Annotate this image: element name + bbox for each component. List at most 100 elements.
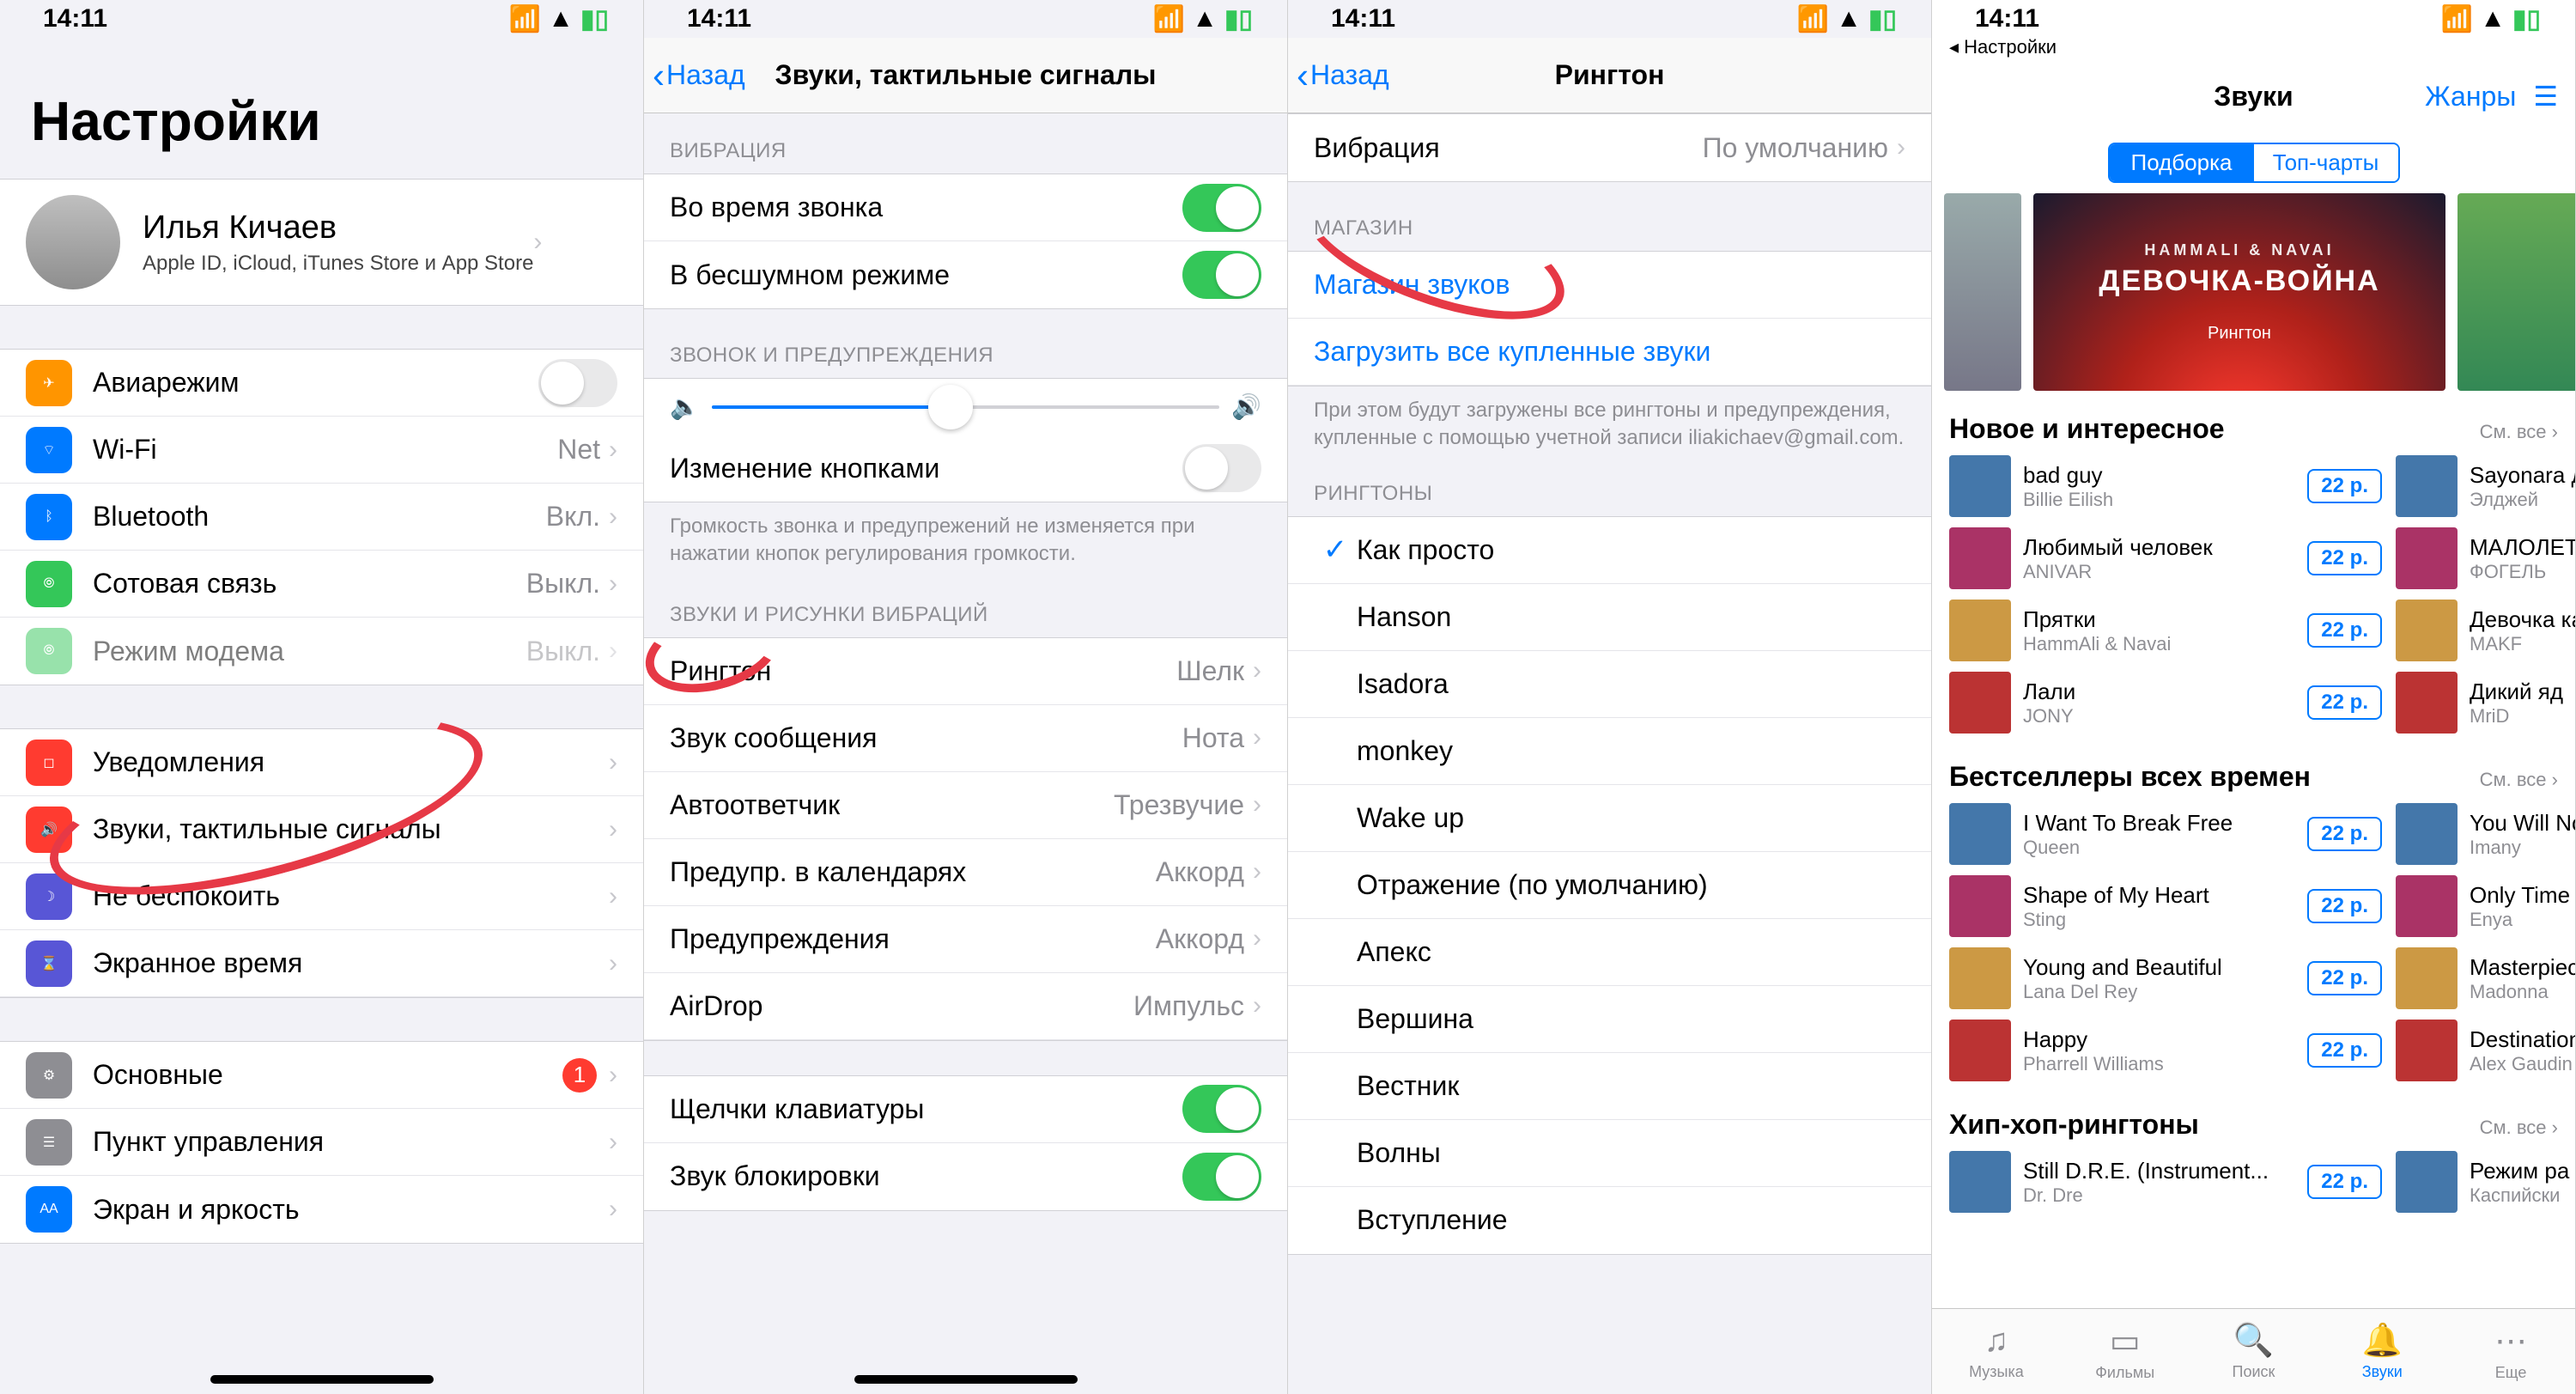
- seg-featured[interactable]: Подборка: [2110, 144, 2254, 181]
- tab-movies[interactable]: ▭Фильмы: [2061, 1309, 2190, 1394]
- track-title: Only Time: [2470, 882, 2576, 909]
- ringtone-option[interactable]: Hanson: [1288, 584, 1931, 651]
- ringtone-option[interactable]: monkey: [1288, 718, 1931, 785]
- track-row[interactable]: Young and BeautifulLana Del Rey22 р.: [1949, 942, 2396, 1014]
- row-lock-sound[interactable]: Звук блокировки: [644, 1143, 1287, 1210]
- price-button[interactable]: 22 р.: [2307, 961, 2382, 995]
- row-text-tone[interactable]: Звук сообщения Нота ›: [644, 705, 1287, 772]
- lock-sound-toggle[interactable]: [1182, 1153, 1261, 1201]
- label: Звуки, тактильные сигналы: [93, 813, 609, 845]
- see-all-link[interactable]: См. все ›: [2480, 1117, 2558, 1139]
- ringtone-option[interactable]: Отражение (по умолчанию): [1288, 852, 1931, 919]
- segmented-control[interactable]: Подборка Топ-чарты: [2108, 143, 2400, 183]
- row-dnd[interactable]: ☽ Не беспокоить ›: [0, 863, 643, 930]
- price-button[interactable]: 22 р.: [2307, 1033, 2382, 1068]
- track-artist: Imany: [2470, 837, 2576, 859]
- back-to-app[interactable]: ◂ Настройки: [1932, 36, 2575, 58]
- row-vibrate-on-ring[interactable]: Во время звонка: [644, 174, 1287, 241]
- hero-main[interactable]: HAMMALI & NAVAI ДЕВОЧКА-ВОЙНА Рингтон: [2033, 193, 2445, 391]
- change-buttons-toggle[interactable]: [1182, 444, 1261, 492]
- ringtone-option[interactable]: Isadora: [1288, 651, 1931, 718]
- row-calendar-alerts[interactable]: Предупр. в календарях Аккорд ›: [644, 839, 1287, 906]
- row-notifications[interactable]: ◻ Уведомления ›: [0, 729, 643, 796]
- row-ringtone[interactable]: Рингтон Шелк ›: [644, 638, 1287, 705]
- price-button[interactable]: 22 р.: [2307, 541, 2382, 575]
- vibrate-silent-toggle[interactable]: [1182, 251, 1261, 299]
- volume-slider-row[interactable]: 🔈 🔊: [644, 379, 1287, 435]
- list-view-icon[interactable]: ☰: [2533, 80, 2558, 113]
- track-row[interactable]: Only TimeEnya: [2396, 870, 2576, 942]
- row-display-brightness[interactable]: AA Экран и яркость ›: [0, 1176, 643, 1243]
- row-control-center[interactable]: ☰ Пункт управления ›: [0, 1109, 643, 1176]
- ringtone-option[interactable]: Вершина: [1288, 986, 1931, 1053]
- row-airdrop[interactable]: AirDrop Импульс ›: [644, 973, 1287, 1040]
- price-button[interactable]: 22 р.: [2307, 889, 2382, 923]
- row-download-purchased[interactable]: Загрузить все купленные звуки: [1288, 319, 1931, 386]
- track-row[interactable]: Still D.R.E. (Instrument...Dr. Dre22 р.: [1949, 1146, 2396, 1218]
- apple-id-row[interactable]: Илья Кичаев Apple ID, iCloud, iTunes Sto…: [0, 180, 643, 305]
- row-screentime[interactable]: ⌛ Экранное время ›: [0, 930, 643, 997]
- track-row[interactable]: Shape of My HeartSting22 р.: [1949, 870, 2396, 942]
- ringtone-option[interactable]: Волны: [1288, 1120, 1931, 1187]
- row-general[interactable]: ⚙ Основные 1 ›: [0, 1042, 643, 1109]
- ringtone-option[interactable]: Вступление: [1288, 1187, 1931, 1254]
- seg-charts[interactable]: Топ-чарты: [2254, 144, 2398, 181]
- track-row[interactable]: Дикий ядMriD: [2396, 667, 2576, 739]
- profile-sub: Apple ID, iCloud, iTunes Store и App Sto…: [143, 252, 533, 276]
- row-tone-store[interactable]: Магазин звуков: [1288, 252, 1931, 319]
- row-bluetooth[interactable]: ᛒ Bluetooth Вкл. ›: [0, 484, 643, 551]
- row-wifi[interactable]: ⌔ Wi-Fi Net ›: [0, 417, 643, 484]
- row-change-with-buttons[interactable]: Изменение кнопками: [644, 435, 1287, 502]
- tab-more[interactable]: ⋯Еще: [2446, 1309, 2575, 1394]
- ringtone-option[interactable]: Апекс: [1288, 919, 1931, 986]
- keyboard-clicks-toggle[interactable]: [1182, 1085, 1261, 1133]
- tab-sounds[interactable]: 🔔Звуки: [2318, 1309, 2446, 1394]
- row-cellular[interactable]: ⦾ Сотовая связь Выкл. ›: [0, 551, 643, 618]
- track-row[interactable]: Режим раКаспийски: [2396, 1146, 2576, 1218]
- track-row[interactable]: Любимый человекANIVAR22 р.: [1949, 522, 2396, 594]
- track-row[interactable]: HappyPharrell Williams22 р.: [1949, 1014, 2396, 1087]
- hero-prev[interactable]: [1944, 193, 2021, 391]
- price-button[interactable]: 22 р.: [2307, 817, 2382, 851]
- track-row[interactable]: You Will NoImany: [2396, 798, 2576, 870]
- ringtone-option[interactable]: ✓Как просто: [1288, 517, 1931, 584]
- value: Нота: [1182, 722, 1244, 754]
- tab-music[interactable]: ♫Музыка: [1932, 1309, 2061, 1394]
- track-row[interactable]: DestinationAlex Gaudin: [2396, 1014, 2576, 1087]
- price-button[interactable]: 22 р.: [2307, 469, 2382, 503]
- status-icons: 📶 ▲ ▮▯: [2441, 4, 2541, 34]
- row-vibrate-on-silent[interactable]: В бесшумном режиме: [644, 241, 1287, 308]
- back-button[interactable]: ‹ Назад: [1297, 55, 1389, 96]
- tab-search[interactable]: 🔍Поиск: [2190, 1309, 2318, 1394]
- back-label: Назад: [1310, 59, 1389, 91]
- volume-slider[interactable]: [712, 405, 1219, 409]
- track-row[interactable]: Девочка каMAKF: [2396, 594, 2576, 667]
- track-row[interactable]: I Want To Break FreeQueen22 р.: [1949, 798, 2396, 870]
- track-row[interactable]: ПряткиHammAli & Navai22 р.: [1949, 594, 2396, 667]
- row-vibration[interactable]: Вибрация По умолчанию ›: [1288, 114, 1931, 181]
- track-row[interactable]: MasterpiecMadonna: [2396, 942, 2576, 1014]
- row-hotspot[interactable]: ⦾ Режим модема Выкл. ›: [0, 618, 643, 685]
- back-button[interactable]: ‹ Назад: [653, 55, 745, 96]
- ringtone-option[interactable]: Вестник: [1288, 1053, 1931, 1120]
- track-row[interactable]: bad guyBillie Eilish22 р.: [1949, 450, 2396, 522]
- row-airplane[interactable]: ✈ Авиарежим: [0, 350, 643, 417]
- row-sounds-haptics[interactable]: 🔊 Звуки, тактильные сигналы ›: [0, 796, 643, 863]
- ringtone-option[interactable]: Wake up: [1288, 785, 1931, 852]
- hero-carousel[interactable]: HAMMALI & NAVAI ДЕВОЧКА-ВОЙНА Рингтон: [1932, 193, 2575, 391]
- price-button[interactable]: 22 р.: [2307, 685, 2382, 720]
- airplane-toggle[interactable]: [538, 359, 617, 407]
- vibrate-ring-toggle[interactable]: [1182, 184, 1261, 232]
- price-button[interactable]: 22 р.: [2307, 613, 2382, 648]
- row-reminder-alerts[interactable]: Предупреждения Аккорд ›: [644, 906, 1287, 973]
- row-keyboard-clicks[interactable]: Щелчки клавиатуры: [644, 1076, 1287, 1143]
- hero-next[interactable]: [2458, 193, 2575, 391]
- track-row[interactable]: Sayonara детЭлджей: [2396, 450, 2576, 522]
- see-all-link[interactable]: См. все ›: [2480, 769, 2558, 791]
- price-button[interactable]: 22 р.: [2307, 1165, 2382, 1199]
- track-row[interactable]: ЛалиJONY22 р.: [1949, 667, 2396, 739]
- genres-button[interactable]: Жанры: [2425, 81, 2516, 113]
- see-all-link[interactable]: См. все ›: [2480, 421, 2558, 443]
- track-row[interactable]: МАЛОЛЕТФОГЕЛЬ: [2396, 522, 2576, 594]
- row-voicemail[interactable]: Автоответчик Трезвучие ›: [644, 772, 1287, 839]
